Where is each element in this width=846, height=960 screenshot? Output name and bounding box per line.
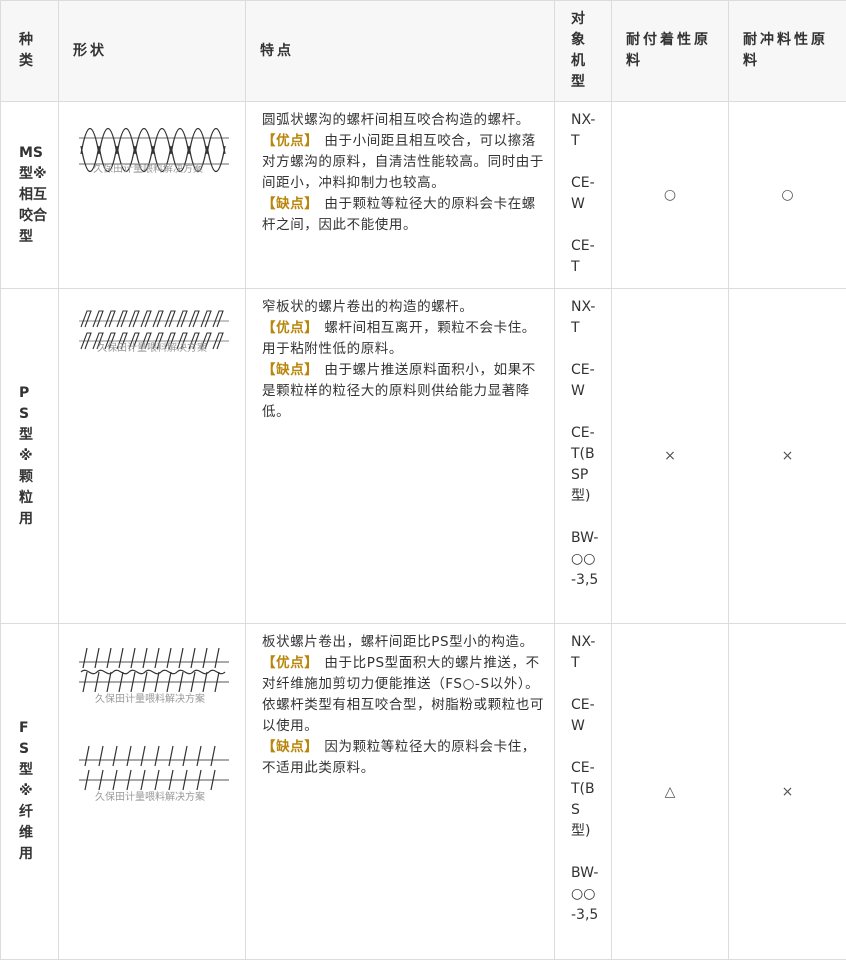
kind-cell: PS型※颗粒用 [0,288,59,624]
header-shape: 形状 [58,0,246,102]
kind-cell: MS型※相互咬合型 [0,101,59,289]
pros-label: 【优点】 [262,320,319,336]
features-cell: 圆弧状螺沟的螺杆间相互咬合构造的螺杆。 【优点】 由于小间距且相互咬合，可以擦落对… [245,101,555,289]
ms-screw-image: 久保田计量喂料解决方案 [79,128,229,175]
ps-screw-image: 久保田计量喂料解决方案 [79,310,229,354]
table-row: FS型※纤维用 久保田计量喂料解决方案 久保田计量喂料解决方案 板状螺片卷出，螺… [0,623,846,960]
machine-item: BW-○○-3,5 [571,530,599,588]
impact-rating: × [728,623,846,960]
adhesive-rating: △ [611,623,729,960]
table-row: PS型※颗粒用 久保田计量喂料解决方案 窄板状的螺片卷出的构造的螺杆。 【优点】… [0,288,846,624]
machines-cell: NX-T CE-W CE-T(BS型) BW-○○-3,5 [554,623,612,960]
feature-description: 圆弧状螺沟的螺杆间相互咬合构造的螺杆。 [262,112,530,128]
machine-item: NX-T [571,634,596,671]
table-row: MS型※相互咬合型 久保田计量喂料解决方案 圆弧状螺沟的螺杆间相互咬合构造的螺杆… [0,101,846,289]
shape-cell: 久保田计量喂料解决方案 久保田计量喂料解决方案 [58,623,246,960]
cons-label: 【缺点】 [262,196,319,212]
watermark-text: 久保田计量喂料解决方案 [95,790,205,803]
machine-item: BW-○○-3,5 [571,865,599,923]
shape-cell: 久保田计量喂料解决方案 [58,288,246,624]
fs-screw-image-top: 久保田计量喂料解决方案 [79,647,229,705]
shape-cell: 久保田计量喂料解决方案 [58,101,246,289]
impact-rating: ○ [728,101,846,289]
feature-description: 板状螺片卷出，螺杆间距比PS型小的构造。 [262,634,534,650]
header-machines: 对象机型 [554,0,612,102]
machine-item: CE-T [571,238,595,275]
header-row: 种类 形状 特点 对象机型 耐付着性原料 耐冲料性原料 [0,0,846,102]
cons-label: 【缺点】 [262,739,319,755]
kind-cell: FS型※纤维用 [0,623,59,960]
header-impact: 耐冲料性原料 [728,0,846,102]
pros-label: 【优点】 [262,133,319,149]
screw-type-table: 种类 形状 特点 对象机型 耐付着性原料 耐冲料性原料 MS型※相互咬合型 久保… [0,0,846,960]
fs-screw-image-bottom: 久保田计量喂料解决方案 [79,745,229,803]
feature-description: 窄板状的螺片卷出的构造的螺杆。 [262,299,474,315]
adhesive-rating: ○ [611,101,729,289]
header-adhesive: 耐付着性原料 [611,0,729,102]
watermark-text: 久保田计量喂料解决方案 [97,341,207,354]
pros-label: 【优点】 [262,655,319,671]
features-cell: 窄板状的螺片卷出的构造的螺杆。 【优点】 螺杆间相互离开，颗粒不会卡住。用于粘附性… [245,288,555,624]
machine-item: NX-T [571,299,596,336]
watermark-text: 久保田计量喂料解决方案 [93,162,203,175]
header-kind: 种类 [0,0,59,102]
machines-cell: NX-T CE-W CE-T(BSP型) BW-○○-3,5 [554,288,612,624]
machine-item: CE-W [571,175,595,212]
machine-item: CE-T(BSP型) [571,425,595,504]
header-features: 特点 [245,0,555,102]
cons-label: 【缺点】 [262,362,319,378]
adhesive-rating: × [611,288,729,624]
machine-item: CE-W [571,362,595,399]
features-cell: 板状螺片卷出，螺杆间距比PS型小的构造。 【优点】 由于比PS型面积大的螺片推送，… [245,623,555,960]
impact-rating: × [728,288,846,624]
machine-item: CE-T(BS型) [571,760,595,839]
watermark-text: 久保田计量喂料解决方案 [95,692,205,705]
machine-item: CE-W [571,697,595,734]
machines-cell: NX-T CE-W CE-T [554,101,612,289]
machine-item: NX-T [571,112,596,149]
